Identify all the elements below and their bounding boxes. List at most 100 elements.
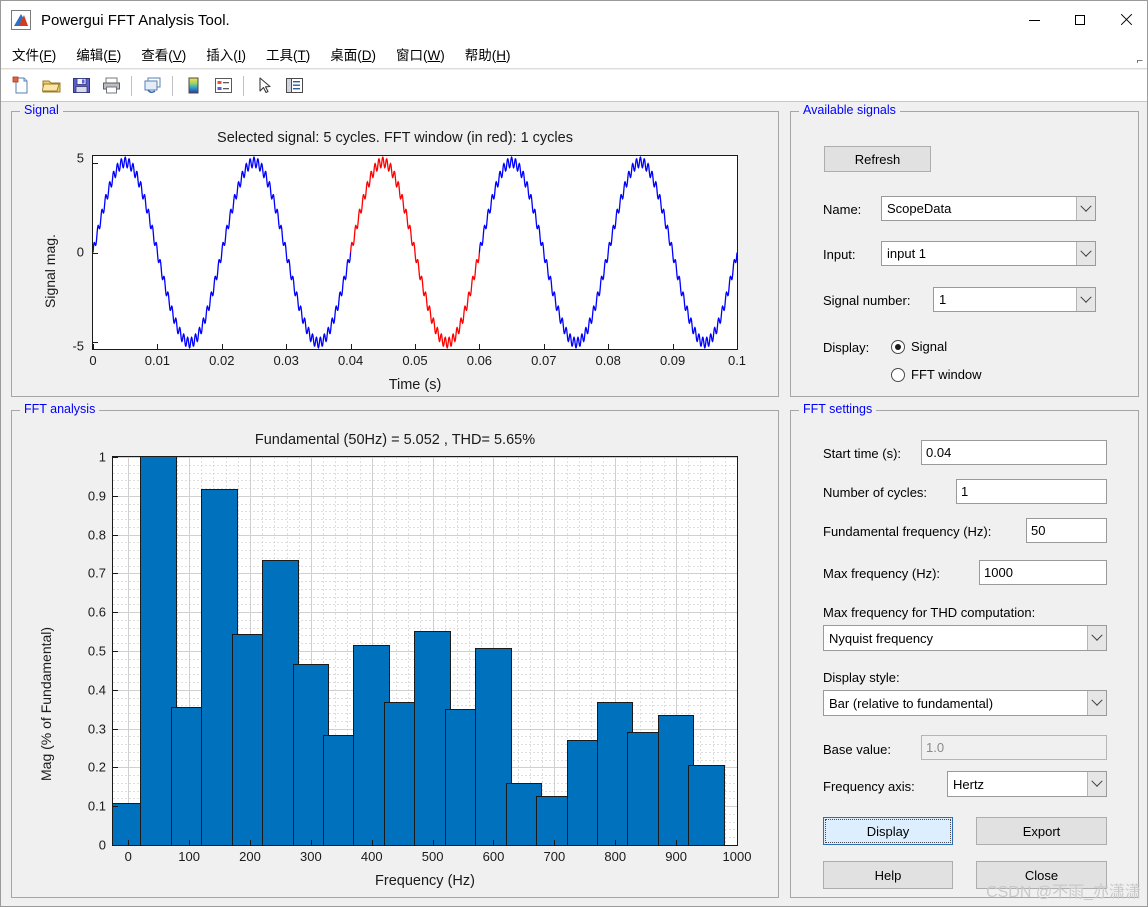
fft-ytick-mark bbox=[113, 767, 118, 769]
menu-item-view[interactable]: 查看(V) bbox=[132, 41, 195, 67]
signal-xtick-mark bbox=[608, 344, 610, 349]
fft-gridline bbox=[113, 457, 737, 458]
fft-xtick-label: 500 bbox=[421, 849, 444, 864]
menu-bar: 文件(F) 编辑(E) 查看(V) 插入(I) 工具(T) 桌面(D) 窗口(W… bbox=[1, 39, 1147, 69]
close-button[interactable] bbox=[1103, 1, 1147, 39]
signal-xtick-mark bbox=[157, 344, 159, 349]
fft-settings-panel: FFT settings Start time (s): 0.04 Number… bbox=[790, 402, 1139, 898]
fft-xtick-mark bbox=[249, 840, 251, 845]
input-dropdown[interactable]: input 1 bbox=[881, 241, 1096, 266]
fft-chart-axes bbox=[112, 456, 738, 846]
display-style-dropdown[interactable]: Bar (relative to fundamental) bbox=[823, 690, 1107, 716]
signal-number-value: 1 bbox=[939, 292, 947, 307]
toolbar-separator bbox=[131, 75, 132, 96]
menu-item-help[interactable]: 帮助(H) bbox=[456, 41, 520, 67]
export-button[interactable]: Export bbox=[976, 817, 1107, 845]
new-figure-icon[interactable] bbox=[8, 74, 34, 98]
frequency-axis-dropdown[interactable]: Hertz bbox=[947, 771, 1107, 797]
fft-ytick-label: 0.9 bbox=[87, 488, 106, 504]
pointer-arrow-icon[interactable] bbox=[251, 74, 277, 98]
fft-xtick-mark bbox=[371, 840, 373, 845]
fft-ytick-mark bbox=[113, 457, 118, 458]
input-label: Input: bbox=[823, 247, 856, 262]
radio-display-signal[interactable]: Signal bbox=[891, 339, 947, 354]
base-value-input[interactable]: 1.0 bbox=[921, 735, 1107, 760]
fft-minor-gridline bbox=[737, 457, 738, 845]
menu-item-tools[interactable]: 工具(T) bbox=[257, 41, 319, 67]
signal-xtick-mark bbox=[221, 344, 223, 349]
chevron-down-icon bbox=[1087, 626, 1106, 650]
chevron-down-icon bbox=[1087, 772, 1106, 796]
radio-signal-label: Signal bbox=[911, 339, 948, 354]
fft-xtick-mark bbox=[615, 840, 617, 845]
help-button[interactable]: Help bbox=[823, 861, 953, 889]
signal-xtick-label: 0 bbox=[89, 353, 97, 368]
toolbar-separator bbox=[172, 75, 173, 96]
legend-icon[interactable] bbox=[210, 74, 236, 98]
signal-xtick-mark bbox=[543, 344, 545, 349]
minimize-button[interactable] bbox=[1011, 1, 1057, 39]
menu-item-window[interactable]: 窗口(W) bbox=[387, 41, 454, 67]
window-title: Powergui FFT Analysis Tool. bbox=[41, 11, 230, 29]
menu-item-file[interactable]: 文件(F) bbox=[3, 41, 65, 67]
fft-ytick-mark bbox=[113, 612, 118, 614]
number-of-cycles-label: Number of cycles: bbox=[823, 485, 928, 500]
fft-ytick-label: 1 bbox=[98, 449, 106, 465]
fft-xtick-label: 300 bbox=[299, 849, 322, 864]
signal-plot-title: Selected signal: 5 cycles. FFT window (i… bbox=[217, 130, 573, 146]
link-plot-icon[interactable] bbox=[139, 74, 165, 98]
radio-fft-window-icon bbox=[891, 367, 905, 382]
colorbar-icon[interactable] bbox=[180, 74, 206, 98]
menu-item-edit[interactable]: 编辑(E) bbox=[67, 41, 130, 67]
signal-xtick-label: 0.08 bbox=[595, 353, 621, 368]
display-button[interactable]: Display bbox=[823, 817, 953, 845]
signal-plot-axes bbox=[92, 155, 738, 350]
fft-xtick-label: 700 bbox=[543, 849, 566, 864]
fft-settings-title: FFT settings bbox=[799, 402, 877, 416]
fft-xtick-mark bbox=[128, 840, 130, 845]
fft-x-axis-label: Frequency (Hz) bbox=[375, 873, 475, 889]
fft-xtick-mark bbox=[432, 840, 434, 845]
open-folder-icon[interactable] bbox=[38, 74, 64, 98]
fft-ytick-label: 0.7 bbox=[87, 565, 106, 581]
fft-xtick-label: 900 bbox=[665, 849, 687, 864]
fundamental-frequency-input[interactable]: 50 bbox=[1026, 518, 1107, 543]
save-icon[interactable] bbox=[68, 74, 94, 98]
signal-ytick-0: 0 bbox=[76, 244, 84, 260]
fft-ytick-mark bbox=[113, 845, 118, 846]
number-of-cycles-input[interactable]: 1 bbox=[956, 479, 1107, 504]
print-icon[interactable] bbox=[98, 74, 124, 98]
max-freq-thd-dropdown[interactable]: Nyquist frequency bbox=[823, 625, 1107, 651]
fft-ytick-label: 0.8 bbox=[87, 527, 106, 543]
fft-ytick-label: 0.2 bbox=[87, 759, 106, 775]
radio-display-fft-window[interactable]: FFT window bbox=[891, 367, 982, 382]
plot-browser-icon[interactable] bbox=[281, 74, 307, 98]
signal-number-dropdown[interactable]: 1 bbox=[933, 287, 1096, 312]
fft-xtick-mark bbox=[554, 840, 556, 845]
name-dropdown[interactable]: ScopeData bbox=[881, 196, 1096, 221]
fft-ytick-label: 0.5 bbox=[87, 643, 106, 659]
close-dialog-button[interactable]: Close bbox=[976, 861, 1107, 889]
signal-xtick-label: 0.06 bbox=[466, 353, 493, 368]
fft-xtick-label: 800 bbox=[604, 849, 627, 864]
fft-chart-title: Fundamental (50Hz) = 5.052 , THD= 5.65% bbox=[254, 432, 536, 448]
menu-item-insert[interactable]: 插入(I) bbox=[197, 41, 255, 67]
signal-xtick-label: 0.1 bbox=[727, 353, 747, 368]
fft-panel-title: FFT analysis bbox=[20, 402, 100, 416]
refresh-button[interactable]: Refresh bbox=[824, 146, 931, 172]
available-signals-title: Available signals bbox=[799, 103, 900, 117]
signal-xtick-mark bbox=[672, 344, 674, 349]
fft-ytick-mark bbox=[113, 728, 118, 730]
fft-ytick-mark bbox=[113, 495, 118, 497]
menu-corner-marker: ⌐ bbox=[1136, 55, 1143, 67]
powergui-fft-window: Powergui FFT Analysis Tool. 文件(F) 编辑(E) … bbox=[0, 0, 1148, 907]
max-frequency-input[interactable]: 1000 bbox=[979, 560, 1107, 585]
fft-xtick-label: 200 bbox=[239, 849, 261, 864]
fft-ytick-label: 0 bbox=[98, 837, 106, 853]
fft-gridline bbox=[554, 457, 556, 845]
maximize-button[interactable] bbox=[1057, 1, 1103, 39]
menu-item-desktop[interactable]: 桌面(D) bbox=[321, 41, 385, 67]
display-style-value: Bar (relative to fundamental) bbox=[829, 695, 994, 711]
tool-bar bbox=[1, 70, 1147, 102]
start-time-input[interactable]: 0.04 bbox=[921, 440, 1107, 465]
